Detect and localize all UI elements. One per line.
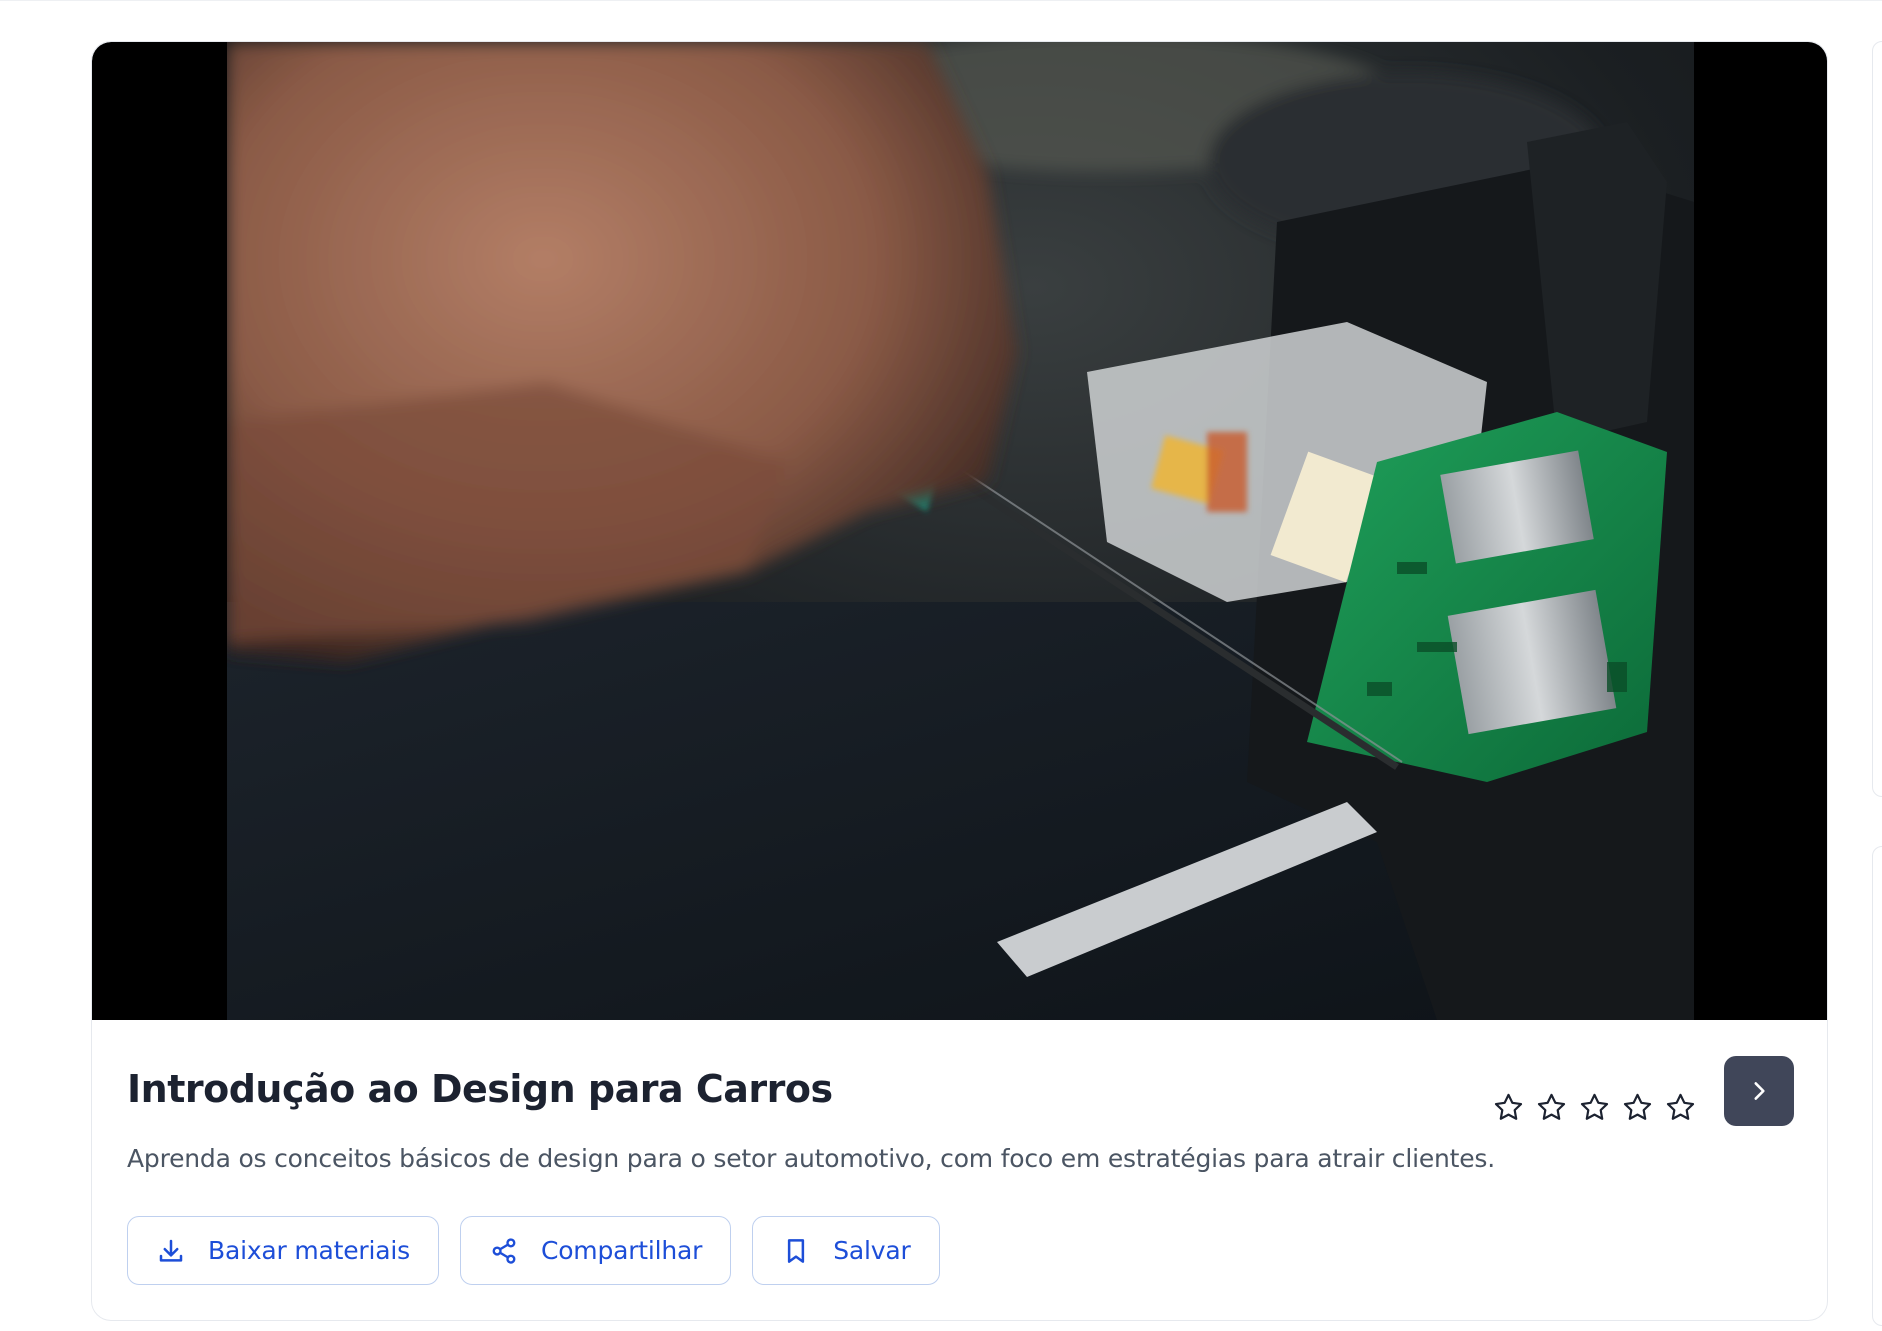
course-card: Introdução ao Design para Carros Aprenda…: [91, 41, 1828, 1321]
course-title: Introdução ao Design para Carros: [127, 1067, 833, 1111]
download-materials-label: Baixar materiais: [208, 1236, 410, 1265]
download-icon: [159, 1239, 183, 1262]
next-card-edge: [1872, 41, 1882, 797]
star-icon[interactable]: [1621, 1091, 1654, 1124]
chevron-right-icon: [1754, 1082, 1765, 1100]
course-image: [92, 42, 1827, 1020]
star-icon[interactable]: [1535, 1091, 1568, 1124]
save-label: Salvar: [833, 1236, 911, 1265]
star-icon[interactable]: [1664, 1091, 1697, 1124]
download-materials-button[interactable]: Baixar materiais: [127, 1216, 439, 1285]
star-icon[interactable]: [1578, 1091, 1611, 1124]
rating-stars[interactable]: [1492, 1091, 1697, 1124]
share-icon: [492, 1237, 516, 1264]
top-divider: [0, 0, 1882, 1]
share-button[interactable]: Compartilhar: [459, 1216, 732, 1285]
share-label: Compartilhar: [540, 1236, 703, 1265]
course-description: Aprenda os conceitos básicos de design p…: [127, 1144, 1495, 1173]
electronics-repair-photo: [227, 42, 1694, 1020]
next-card-edge-lower: [1872, 846, 1882, 1326]
next-button[interactable]: [1724, 1056, 1794, 1126]
star-icon[interactable]: [1492, 1091, 1525, 1124]
action-bar: Baixar materiais Compartilhar Salvar: [127, 1216, 940, 1285]
save-button[interactable]: Salvar: [752, 1216, 940, 1285]
bookmark-icon: [788, 1238, 805, 1263]
